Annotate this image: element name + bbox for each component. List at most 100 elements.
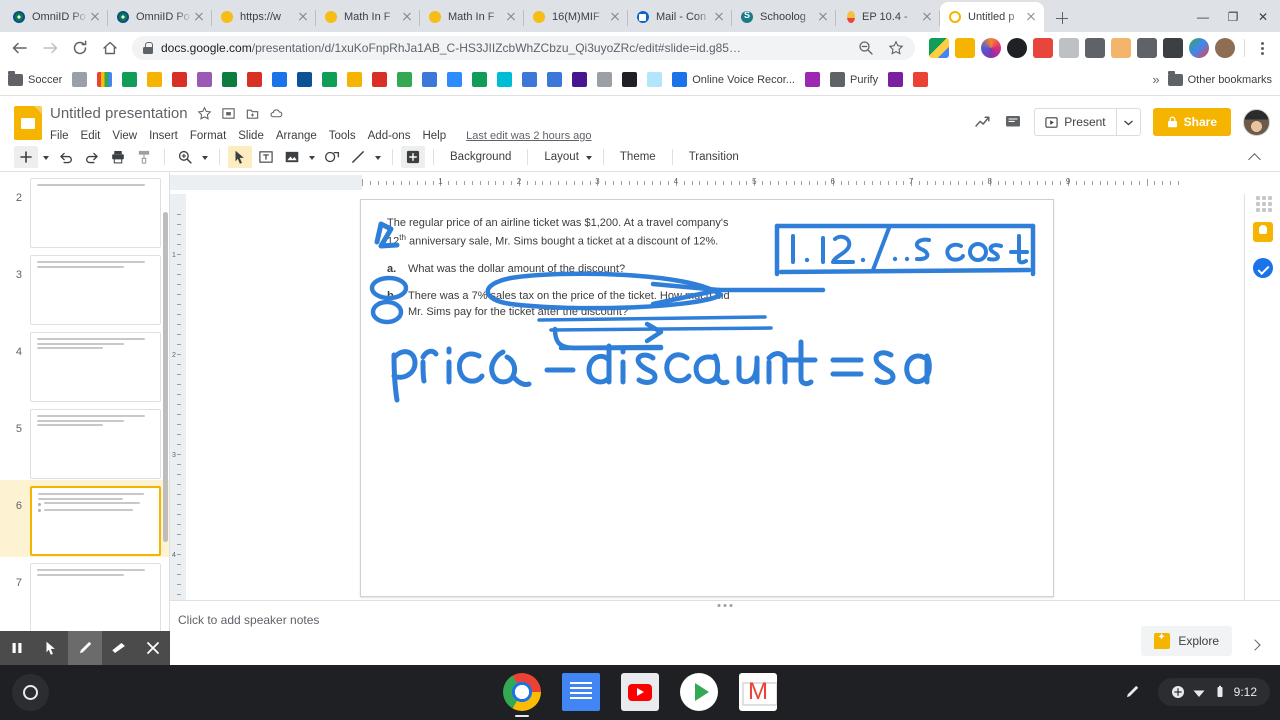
slide-filmstrip[interactable]: 2 3 4 5 6 7 <box>0 172 170 665</box>
zoom-icon[interactable] <box>173 146 197 168</box>
menu-slide[interactable]: Slide <box>238 130 264 142</box>
new-tab-button[interactable] <box>1048 4 1076 32</box>
close-annotation-button[interactable] <box>136 631 170 665</box>
browser-tab[interactable]: Mail - Con <box>628 2 732 32</box>
shelf-app-chrome[interactable] <box>503 673 541 711</box>
bookmark-item[interactable] <box>804 72 820 87</box>
browser-tab[interactable]: OmniID Po <box>4 2 108 32</box>
pointer-button[interactable] <box>34 631 68 665</box>
present-button[interactable]: Present <box>1034 108 1141 136</box>
stylus-icon[interactable] <box>1116 676 1148 708</box>
minimize-button[interactable]: — <box>1188 2 1218 32</box>
close-icon[interactable] <box>712 10 726 24</box>
close-icon[interactable] <box>400 10 414 24</box>
close-icon[interactable] <box>816 10 830 24</box>
layout-button[interactable]: Layout <box>536 151 581 163</box>
bookmark-item[interactable] <box>197 72 213 87</box>
explore-button[interactable]: Explore <box>1141 626 1232 656</box>
current-slide[interactable]: The regular price of an airline ticket w… <box>360 199 1054 597</box>
scissors-icon[interactable] <box>1137 38 1157 58</box>
image-dropdown[interactable] <box>306 146 318 168</box>
speaker-notes-placeholder[interactable]: Click to add speaker notes <box>178 613 1280 627</box>
browser-tab[interactable]: Untitled p <box>940 2 1044 32</box>
last-edit-status[interactable]: Last edit was 2 hours ago <box>466 130 591 142</box>
browser-tab[interactable]: Schoolog <box>732 2 836 32</box>
bookmark-item[interactable] <box>272 72 288 87</box>
close-window-button[interactable]: ✕ <box>1248 2 1278 32</box>
slide-thumbnail[interactable]: 7 <box>0 557 169 634</box>
pen-button[interactable] <box>68 631 102 665</box>
shelf-app-docs[interactable] <box>562 673 600 711</box>
theme-button[interactable]: Theme <box>612 151 664 163</box>
line-icon[interactable] <box>346 146 370 168</box>
menu-view[interactable]: View <box>112 130 137 142</box>
browser-tab[interactable]: OmniID Po <box>108 2 212 32</box>
bitmoji-icon[interactable] <box>1111 38 1131 58</box>
address-bar[interactable]: docs.google.com/presentation/d/1xuKoFnpR… <box>132 36 915 60</box>
palette-icon[interactable] <box>1215 38 1235 58</box>
close-icon[interactable] <box>920 10 934 24</box>
filmstrip-scrollbar[interactable] <box>163 212 168 542</box>
heart-icon[interactable] <box>1189 38 1209 58</box>
bookmark-item[interactable] <box>222 72 238 87</box>
speaker-notes-pane[interactable]: Click to add speaker notes Explore <box>170 600 1280 665</box>
bookmark-item[interactable] <box>547 72 563 87</box>
bookmark-item[interactable] <box>497 72 513 87</box>
bookmark-item[interactable] <box>447 72 463 87</box>
close-icon[interactable] <box>608 10 622 24</box>
chevron-down-icon[interactable] <box>1117 115 1140 129</box>
comment-icon[interactable] <box>1004 113 1022 131</box>
bookmark-item[interactable]: Online Voice Recor... <box>672 72 795 87</box>
other-bookmarks-button[interactable]: Other bookmarks <box>1167 71 1272 86</box>
google-tasks-icon[interactable] <box>1252 258 1273 278</box>
bookmark-item[interactable] <box>122 72 138 87</box>
bookmark-item[interactable] <box>322 72 338 87</box>
redo-icon[interactable] <box>80 146 104 168</box>
paint-format-icon[interactable] <box>132 146 156 168</box>
google-drive-icon[interactable] <box>929 38 949 58</box>
bookmark-item[interactable] <box>597 72 613 87</box>
undo-icon[interactable] <box>54 146 78 168</box>
line-dropdown[interactable] <box>372 146 384 168</box>
bookmark-item[interactable]: Soccer <box>8 71 62 86</box>
browser-tab[interactable]: EP 10.4 - <box>836 2 940 32</box>
contacts-icon[interactable] <box>955 38 975 58</box>
google-keep-icon[interactable] <box>1252 222 1273 242</box>
shelf-app-gmail[interactable] <box>739 673 777 711</box>
notes-resize-handle[interactable] <box>717 604 733 607</box>
browser-tab[interactable]: 16(M)MIF <box>524 2 628 32</box>
bookmark-item[interactable] <box>422 72 438 87</box>
star-icon[interactable] <box>197 106 212 121</box>
system-tray[interactable]: 9:12 <box>1157 678 1270 706</box>
bookmark-item[interactable] <box>522 72 538 87</box>
grid-apps-icon[interactable] <box>1256 196 1272 212</box>
layout-dropdown[interactable] <box>583 146 595 168</box>
slide-thumbnail[interactable]: 6 <box>0 480 169 557</box>
bookmarks-overflow-button[interactable]: » <box>1152 72 1159 87</box>
zoom-dropdown[interactable] <box>199 146 211 168</box>
pause-button[interactable] <box>0 631 34 665</box>
bookmark-item[interactable] <box>297 72 313 87</box>
close-icon[interactable] <box>192 10 206 24</box>
collapse-toolbar-icon[interactable] <box>1244 146 1266 168</box>
bookmark-item[interactable] <box>97 72 113 87</box>
browser-tab[interactable]: Math In F <box>420 2 524 32</box>
bloom-icon[interactable] <box>1033 38 1053 58</box>
zoom-out-icon[interactable] <box>855 37 877 59</box>
shape-icon[interactable] <box>320 146 344 168</box>
bookmark-item[interactable] <box>647 72 663 87</box>
slide-thumbnail[interactable]: 5 <box>0 403 169 480</box>
bookmark-item[interactable] <box>372 72 388 87</box>
reader-icon[interactable] <box>1163 38 1183 58</box>
menu-add-ons[interactable]: Add-ons <box>368 130 411 142</box>
bookmark-item[interactable] <box>397 72 413 87</box>
add-comment-icon[interactable] <box>401 145 425 168</box>
camera-icon[interactable] <box>981 38 1001 58</box>
transition-button[interactable]: Transition <box>681 151 747 163</box>
bookmark-item[interactable] <box>622 72 638 87</box>
share-button[interactable]: Share <box>1152 108 1231 136</box>
launcher-icon[interactable] <box>12 674 49 711</box>
text-box-icon[interactable] <box>254 146 278 168</box>
bookmark-item[interactable] <box>472 72 488 87</box>
penguin-icon[interactable] <box>1007 38 1027 58</box>
